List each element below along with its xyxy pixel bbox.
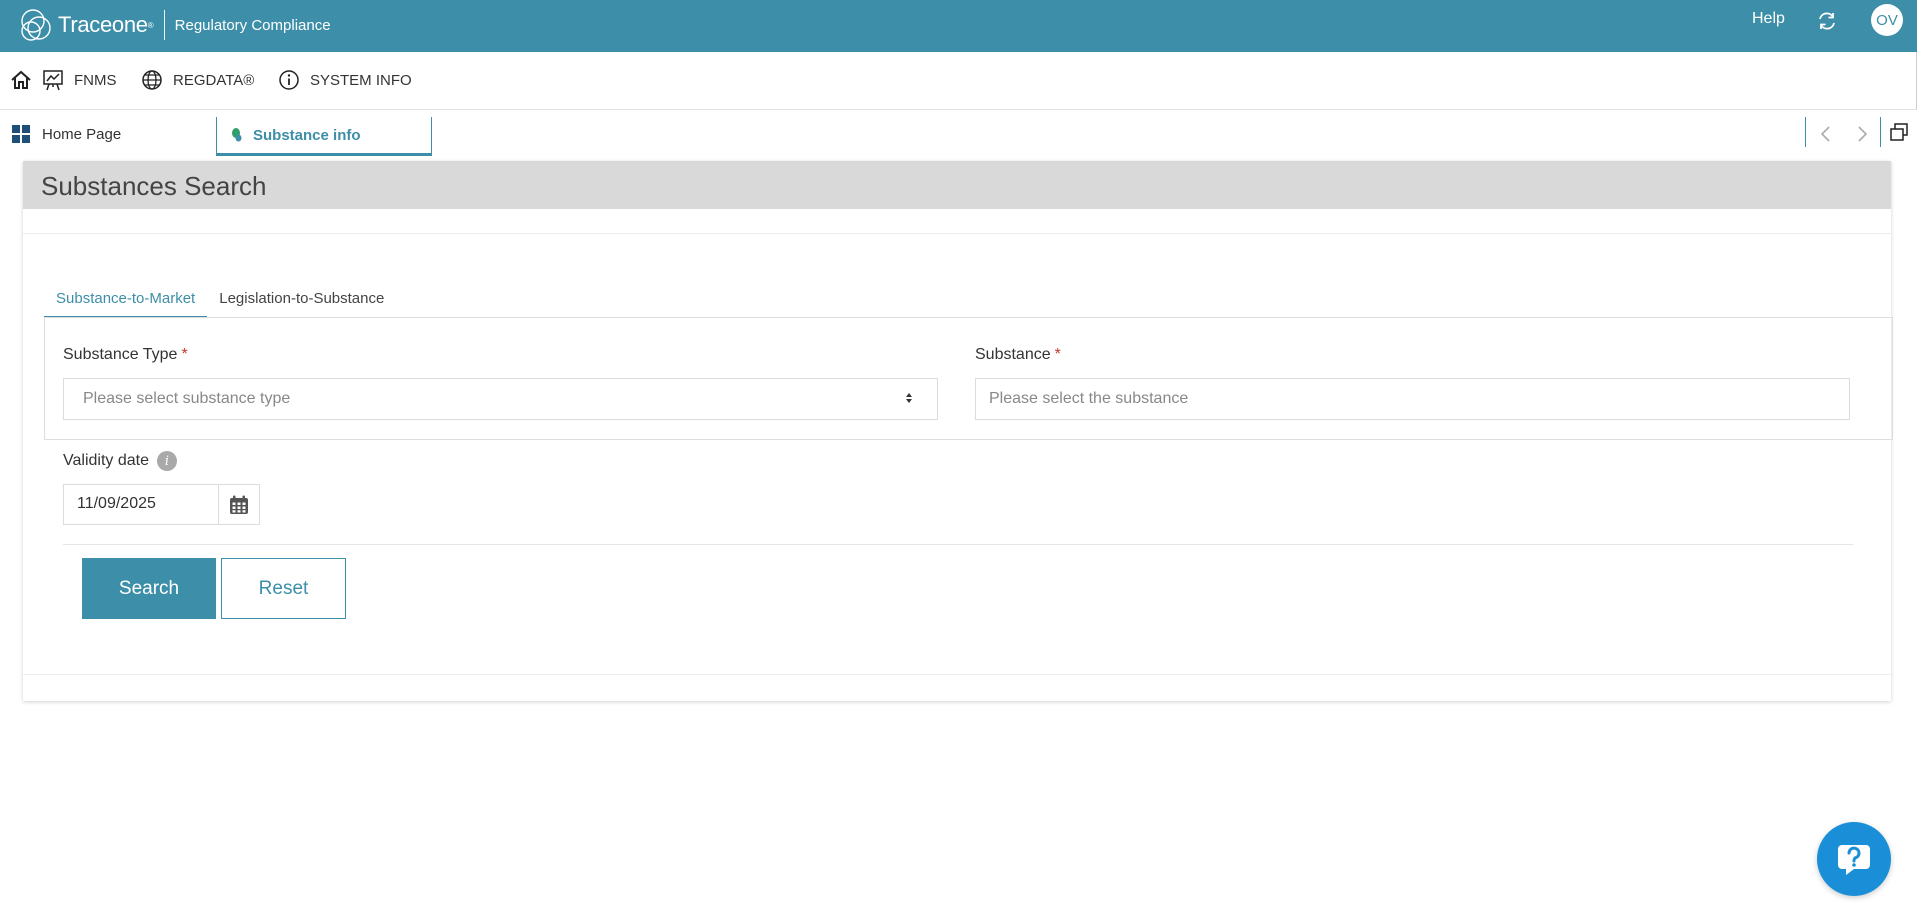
divider bbox=[23, 233, 1891, 234]
brand[interactable]: Traceone ® Regulatory Compliance bbox=[18, 2, 331, 48]
substance-criteria-box: Substance Type * Please select substance … bbox=[44, 317, 1893, 440]
substance-info-tab-label: Substance info bbox=[253, 126, 361, 144]
brand-divider bbox=[163, 10, 165, 40]
divider bbox=[23, 674, 1891, 675]
nav-item-label: SYSTEM INFO bbox=[310, 71, 412, 89]
home-page-tab[interactable]: Home Page bbox=[12, 123, 121, 145]
nav-item-label: REGDATA® bbox=[173, 71, 255, 89]
substance-label-text: Substance bbox=[975, 346, 1051, 363]
substance-type-select[interactable]: Please select substance type bbox=[63, 378, 938, 420]
form-divider bbox=[63, 544, 1853, 545]
nav-item-regdata[interactable]: REGDATA® bbox=[141, 66, 254, 94]
traceone-logo-icon bbox=[21, 9, 51, 41]
substance-placeholder: Please select the substance bbox=[989, 390, 1189, 407]
tab-legislation-to-substance[interactable]: Legislation-to-Substance bbox=[207, 284, 396, 318]
brand-name: Traceone bbox=[58, 12, 148, 37]
required-mark: * bbox=[1054, 346, 1061, 363]
tab-strip-divider bbox=[1880, 117, 1881, 147]
nav-item-fnms[interactable]: FNMS bbox=[42, 66, 117, 94]
info-circle-icon bbox=[279, 70, 299, 90]
tab-strip-divider bbox=[1805, 117, 1806, 147]
brand-registered-mark: ® bbox=[147, 20, 154, 30]
substance-type-placeholder: Please select substance type bbox=[83, 390, 291, 407]
top-bar: Traceone ® Regulatory Compliance Help OV bbox=[0, 0, 1917, 52]
chat-support-icon bbox=[1838, 845, 1870, 875]
page-title: Substances Search bbox=[41, 171, 267, 201]
product-name: Regulatory Compliance bbox=[174, 16, 331, 34]
validity-date-input[interactable]: 11/09/2025 bbox=[63, 484, 219, 525]
substances-search-panel: Substances Search Substance-to-Market Le… bbox=[23, 161, 1893, 701]
reset-button[interactable]: Reset bbox=[221, 558, 346, 619]
substance-input[interactable]: Please select the substance bbox=[975, 378, 1850, 420]
substance-type-label-text: Substance Type bbox=[63, 346, 178, 363]
nav-item-system-info[interactable]: SYSTEM INFO bbox=[278, 66, 412, 94]
substance-icon bbox=[232, 128, 242, 142]
grid-icon bbox=[12, 125, 30, 143]
tab-substance-info[interactable]: Substance info bbox=[216, 117, 432, 156]
refresh-icon[interactable] bbox=[1816, 10, 1838, 32]
main-nav: FNMS REGDATA® SYSTEM INFO bbox=[0, 52, 1917, 110]
help-link[interactable]: Help bbox=[1752, 10, 1785, 28]
nav-item-label: FNMS bbox=[74, 71, 117, 89]
windows-icon[interactable] bbox=[1888, 121, 1910, 143]
validity-date-label-text: Validity date bbox=[63, 452, 149, 469]
globe-icon bbox=[142, 70, 162, 90]
chevron-right-icon[interactable] bbox=[1852, 123, 1872, 145]
chevron-left-icon[interactable] bbox=[1816, 123, 1836, 145]
validity-date-label: Validity date i bbox=[63, 451, 177, 471]
search-mode-tabs: Substance-to-Market Legislation-to-Subst… bbox=[44, 284, 396, 318]
home-icon[interactable] bbox=[10, 69, 32, 91]
info-icon[interactable]: i bbox=[156, 451, 177, 471]
date-picker-button[interactable] bbox=[218, 484, 260, 525]
chat-support-button[interactable] bbox=[1817, 822, 1891, 896]
required-mark: * bbox=[181, 346, 188, 363]
panel-header: Substances Search bbox=[23, 161, 1891, 209]
calendar-icon bbox=[230, 495, 248, 514]
tab-substance-to-market[interactable]: Substance-to-Market bbox=[44, 284, 208, 318]
home-page-label: Home Page bbox=[42, 125, 122, 143]
sort-arrows-icon bbox=[906, 393, 912, 403]
substance-label: Substance * bbox=[975, 346, 1061, 364]
open-tabs-strip: Home Page Substance info bbox=[0, 111, 1917, 157]
search-button[interactable]: Search bbox=[82, 558, 216, 619]
user-avatar[interactable]: OV bbox=[1871, 4, 1903, 36]
presentation-chart-icon bbox=[43, 70, 63, 91]
substance-type-label: Substance Type * bbox=[63, 346, 188, 364]
